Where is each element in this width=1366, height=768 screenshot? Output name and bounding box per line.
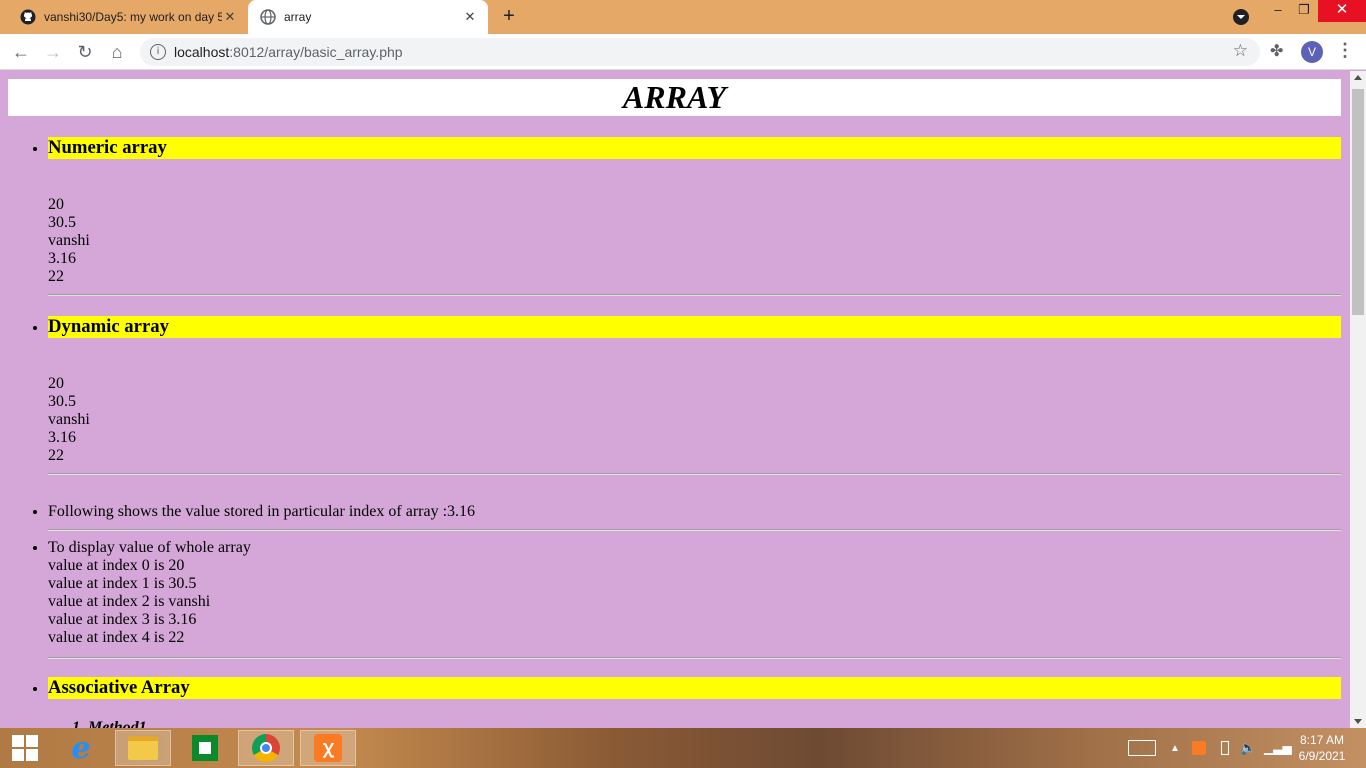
methods-list: Method1 [48, 719, 1341, 728]
value-line: value at index 1 is 30.5 [48, 575, 197, 592]
extensions-icon[interactable]: ✤ [1270, 41, 1283, 61]
url-text[interactable]: localhost:8012/array/basic_array.php [174, 38, 403, 66]
chrome-icon [252, 734, 280, 762]
tab-github[interactable]: vanshi30/Day5: my work on day 5 ✕ [8, 0, 248, 34]
tab-strip: vanshi30/Day5: my work on day 5 ✕ array … [0, 0, 1366, 34]
index-value-text: Following shows the value stored in part… [48, 503, 476, 520]
tab-array[interactable]: array ✕ [248, 0, 488, 34]
value-line: 3.16 [48, 250, 76, 267]
address-bar[interactable]: i localhost:8012/array/basic_array.php ☆ [140, 38, 1260, 66]
folder-icon [128, 736, 158, 760]
value-line: value at index 2 is vanshi [48, 593, 211, 610]
tab-title: vanshi30/Day5: my work on day 5 [44, 10, 222, 24]
internet-explorer-button[interactable]: e [53, 730, 109, 766]
file-explorer-button[interactable] [115, 730, 171, 766]
browser-toolbar: ← → ↻ ⌂ i localhost:8012/array/basic_arr… [0, 34, 1366, 70]
value-line: 22 [48, 268, 64, 285]
sections-list: Numeric array 20 30.5 vanshi 3.16 22 Dyn… [8, 137, 1341, 728]
close-tab-icon[interactable]: ✕ [462, 9, 478, 25]
keyboard-icon[interactable] [1128, 728, 1156, 768]
clock-time: 8:17 AM [1299, 733, 1345, 747]
volume-icon[interactable]: 🔈 [1240, 728, 1256, 768]
list-item: Following shows the value stored in part… [48, 485, 1341, 531]
value-line: value at index 4 is 22 [48, 629, 185, 646]
minimize-button[interactable]: – [1266, 0, 1290, 22]
value-line: 30.5 [48, 393, 76, 410]
divider [48, 294, 1341, 296]
whole-array-intro: To display value of whole array [48, 539, 251, 556]
value-line: 22 [48, 447, 64, 464]
info-icon[interactable]: i [150, 44, 166, 60]
back-icon[interactable]: ← [10, 41, 32, 63]
windows-taskbar: e ꭓ ▲ 🔈 ▁▃▅ 8:17 AM 6/9/2021 [0, 728, 1366, 768]
forward-icon[interactable]: → [42, 41, 64, 63]
tab-search-icon[interactable] [1233, 9, 1249, 25]
value-line: value at index 0 is 20 [48, 557, 185, 574]
system-clock[interactable]: 8:17 AM 6/9/2021 [1288, 732, 1356, 764]
method-item: Method1 [88, 719, 1341, 728]
value-line: vanshi [48, 232, 90, 249]
scroll-thumb[interactable] [1352, 89, 1364, 315]
page-content: ARRAY Numeric array 20 30.5 vanshi 3.16 … [0, 71, 1350, 728]
menu-icon[interactable]: ⋮ [1336, 40, 1354, 61]
close-tab-icon[interactable]: ✕ [222, 9, 238, 25]
page-heading-bar: ARRAY [8, 79, 1341, 116]
value-line: 20 [48, 375, 64, 392]
list-item: Associative Array Method1 [48, 677, 1341, 728]
bookmark-star-icon[interactable]: ☆ [1233, 41, 1248, 61]
internet-explorer-icon: e [71, 730, 91, 766]
globe-icon [260, 9, 276, 25]
store-icon [192, 735, 218, 761]
close-window-button[interactable]: ✕ [1318, 0, 1366, 22]
value-line: value at index 3 is 3.16 [48, 611, 197, 628]
list-item: Numeric array 20 30.5 vanshi 3.16 22 [48, 137, 1341, 296]
divider [48, 657, 1341, 659]
numeric-values: 20 30.5 vanshi 3.16 22 [48, 196, 1341, 286]
battery-icon[interactable] [1221, 728, 1229, 768]
scroll-down-icon[interactable] [1354, 719, 1362, 724]
page-title: ARRAY [622, 79, 727, 115]
dynamic-array-heading: Dynamic array [48, 316, 1341, 338]
page-scrollbar[interactable] [1350, 71, 1366, 728]
clock-date: 6/9/2021 [1298, 749, 1346, 763]
list-item: Dynamic array 20 30.5 vanshi 3.16 22 [48, 316, 1341, 475]
new-tab-button[interactable]: + [498, 6, 520, 28]
list-item: To display value of whole array value at… [48, 539, 1341, 659]
windows-icon [12, 735, 38, 761]
tab-title: array [284, 10, 312, 24]
github-icon [20, 9, 36, 25]
value-line: 20 [48, 196, 64, 213]
show-hidden-icons-icon[interactable]: ▲ [1170, 728, 1180, 768]
associative-array-heading: Associative Array [48, 677, 1341, 699]
scroll-up-icon[interactable] [1354, 75, 1362, 80]
reload-icon[interactable]: ↻ [74, 41, 96, 63]
value-line: vanshi [48, 411, 90, 428]
start-button[interactable] [0, 730, 50, 766]
numeric-array-heading: Numeric array [48, 137, 1341, 159]
value-line: 3.16 [48, 429, 76, 446]
xampp-tray-icon[interactable] [1192, 728, 1206, 768]
divider [48, 473, 1341, 475]
dynamic-values: 20 30.5 vanshi 3.16 22 [48, 375, 1341, 465]
chrome-button[interactable] [238, 730, 294, 766]
store-button[interactable] [177, 730, 233, 766]
xampp-button[interactable]: ꭓ [300, 730, 356, 766]
xampp-icon: ꭓ [314, 734, 342, 762]
value-line: 30.5 [48, 214, 76, 231]
divider [48, 529, 1341, 531]
whole-array-values: value at index 0 is 20 value at index 1 … [48, 557, 1341, 647]
restore-button[interactable]: ❐ [1292, 0, 1316, 22]
home-icon[interactable]: ⌂ [106, 41, 128, 63]
profile-avatar[interactable]: V [1301, 41, 1323, 63]
